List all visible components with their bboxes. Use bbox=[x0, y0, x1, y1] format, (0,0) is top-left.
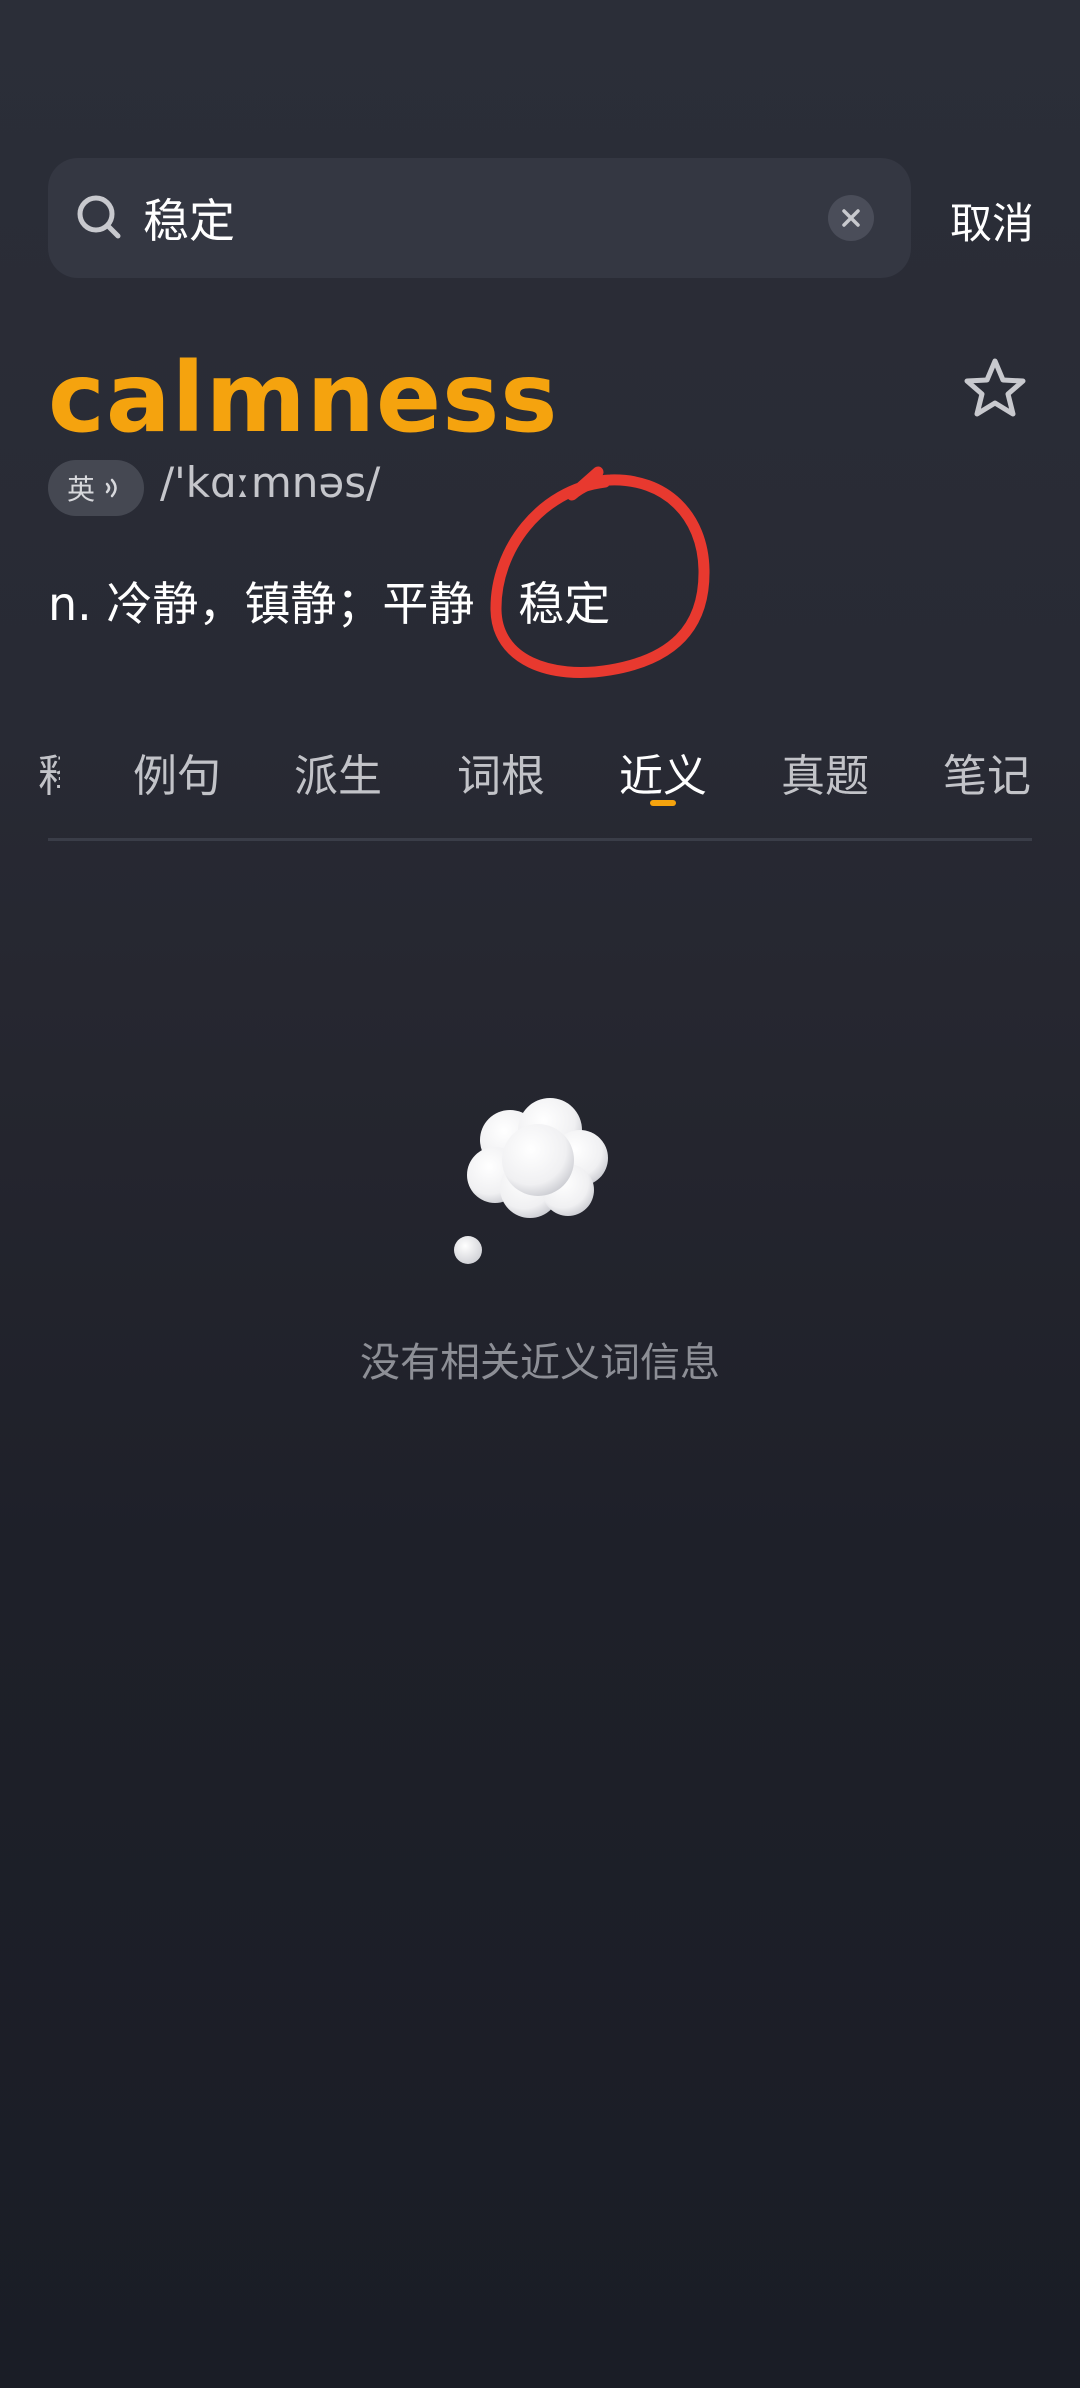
tab-definition[interactable]: 释 bbox=[38, 740, 60, 804]
speaker-icon bbox=[105, 478, 117, 498]
search-input[interactable] bbox=[143, 184, 793, 252]
accent-label: 英 bbox=[66, 473, 95, 506]
tab-synonyms[interactable]: 近义 bbox=[619, 740, 707, 804]
definition: n. 冷静，镇静；平静 稳定 bbox=[48, 577, 611, 631]
empty-state-message: 没有相关近义词信息 bbox=[360, 1340, 720, 1386]
star-icon[interactable] bbox=[962, 356, 1028, 422]
tab-roots[interactable]: 词根 bbox=[457, 740, 545, 804]
search-icon bbox=[77, 195, 121, 239]
cancel-button[interactable]: 取消 bbox=[950, 190, 1034, 251]
tab-bar: 释 例句 派生 词根 近义 真题 笔记 bbox=[0, 730, 1080, 840]
tab-notes[interactable]: 笔记 bbox=[943, 740, 1031, 804]
headword: calmness bbox=[48, 342, 559, 454]
pronunciation-button[interactable]: 英 bbox=[48, 460, 144, 516]
search-bar bbox=[48, 158, 911, 278]
tab-examples[interactable]: 例句 bbox=[133, 740, 221, 804]
phonetic: /'kɑːmnəs/ bbox=[160, 458, 381, 507]
thought-cloud-icon bbox=[454, 1098, 608, 1264]
tab-exam-questions[interactable]: 真题 bbox=[781, 740, 869, 804]
clear-search-button[interactable] bbox=[828, 195, 874, 241]
tabs-divider bbox=[48, 838, 1032, 841]
tab-derivatives[interactable]: 派生 bbox=[294, 740, 382, 804]
active-tab-indicator bbox=[650, 800, 676, 806]
close-icon bbox=[842, 209, 860, 227]
